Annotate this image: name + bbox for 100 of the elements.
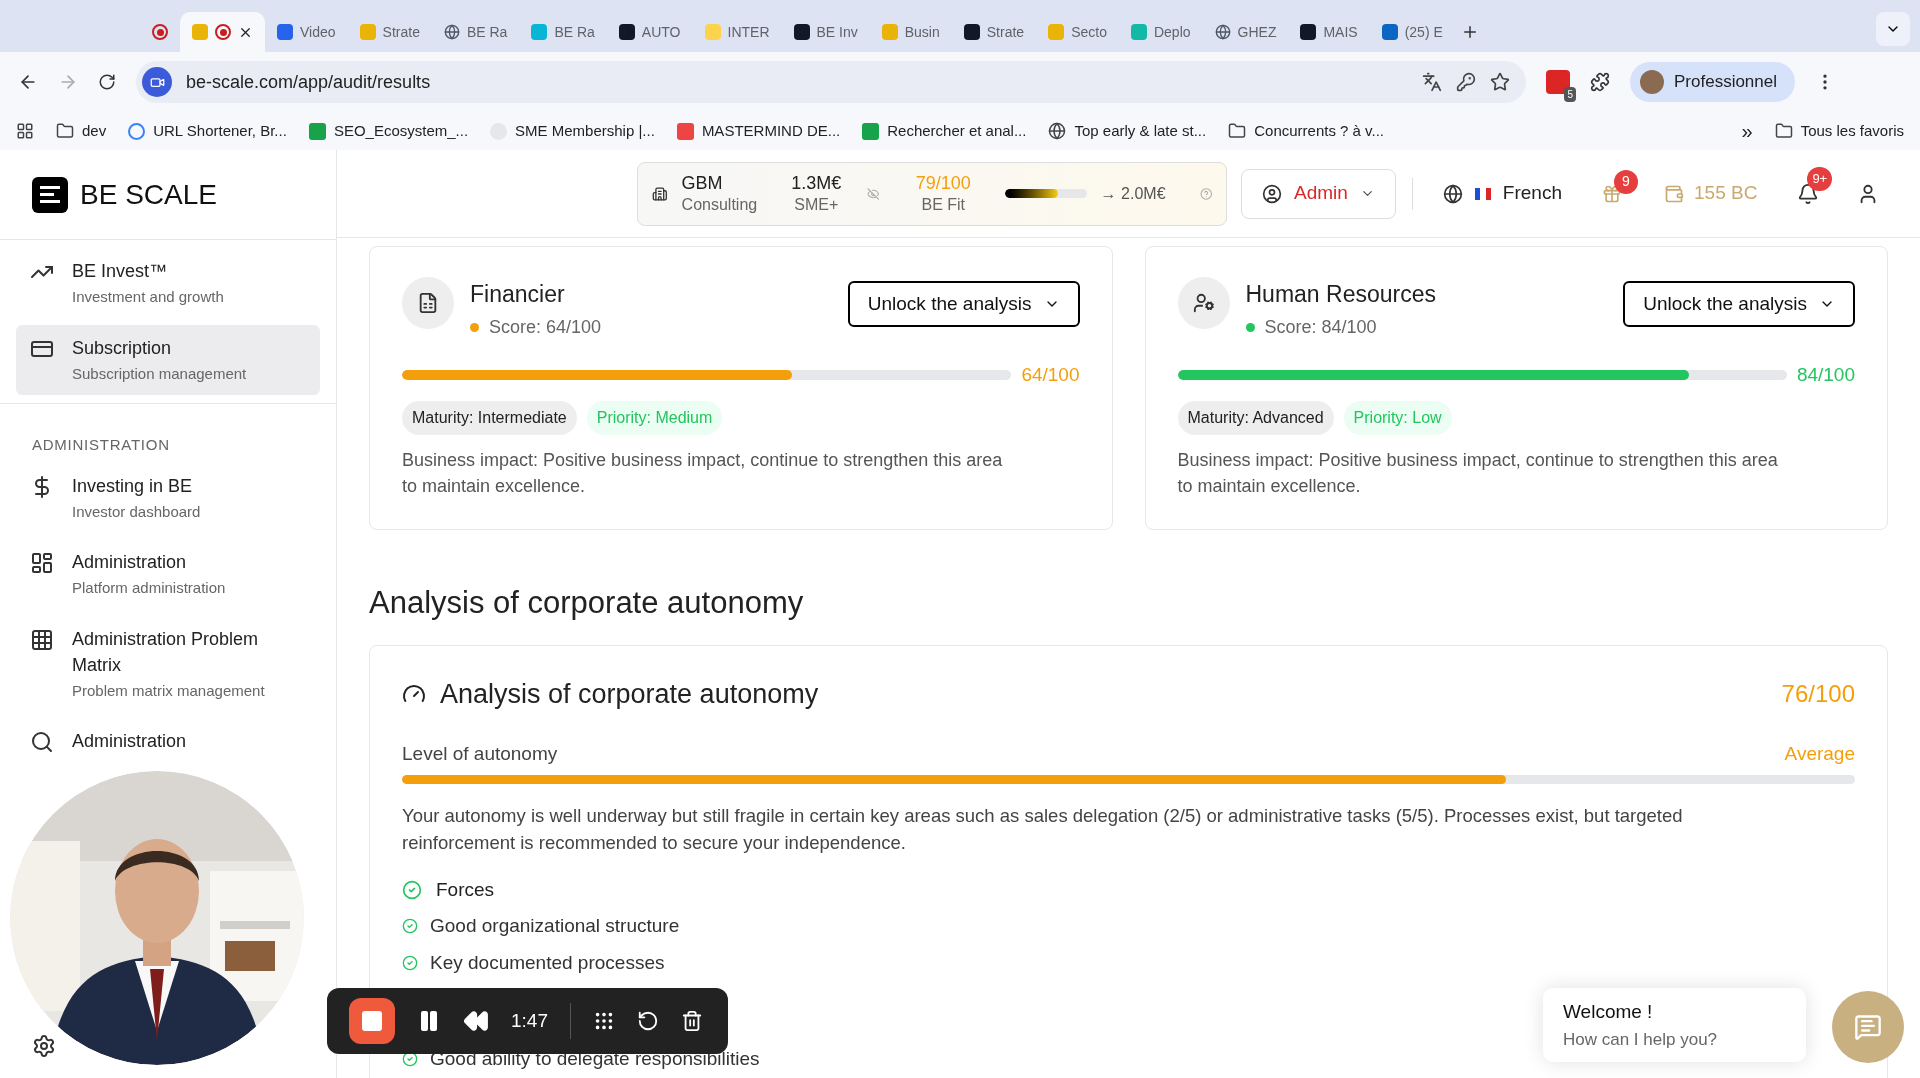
browser-tab[interactable]: BE Inv — [781, 12, 870, 52]
force-item: Good organizational structure — [430, 914, 680, 938]
bookmark-favicon-icon — [862, 122, 880, 140]
check-icon — [402, 918, 418, 935]
browser-tab[interactable]: Secto — [1036, 12, 1119, 52]
browser-tab[interactable]: INTER — [692, 12, 782, 52]
tab-favicon-icon — [277, 24, 293, 40]
settings-icon[interactable] — [32, 1034, 56, 1058]
tab-favicon-icon — [531, 24, 548, 40]
recording-time: 1:47 — [511, 1008, 548, 1033]
translate-icon[interactable] — [1422, 72, 1442, 92]
sidebar-item-title: Administration — [72, 730, 187, 753]
score-reading: 84/100 — [1796, 362, 1855, 387]
sidebar-item-subtitle: Investor dashboard — [72, 501, 201, 522]
globe-icon — [1048, 122, 1067, 140]
profile-button[interactable]: Professionnel — [1630, 62, 1795, 102]
tab-favicon-icon — [1048, 24, 1065, 40]
priority-tag: Priority: Low — [1343, 401, 1452, 435]
chat-title: Welcome ! — [1563, 1000, 1654, 1024]
bookmark[interactable]: SME Membership |... — [490, 119, 655, 143]
document-icon — [417, 292, 439, 314]
camera-icon — [142, 67, 172, 97]
tab-title: (25) E — [1404, 22, 1443, 42]
restart-icon[interactable] — [637, 1010, 659, 1032]
sidebar-item-title: Administration Problem Matrix — [72, 627, 260, 677]
browser-tab[interactable]: Busin — [869, 12, 952, 52]
score-reading: 64/100 — [1021, 362, 1080, 387]
stop-button[interactable] — [349, 998, 395, 1044]
browser-tab[interactable]: Strate — [951, 12, 1037, 52]
bookmark[interactable]: MASTERMIND DE... — [676, 119, 841, 143]
apps-icon[interactable] — [16, 122, 34, 140]
tab-favicon-icon — [1130, 24, 1147, 40]
address-bar[interactable]: be-scale.com/app/audit/results — [136, 61, 1526, 103]
segment-label: SME+ — [794, 194, 839, 215]
more-bookmarks[interactable]: » — [1741, 116, 1753, 146]
browser-tab[interactable]: Video — [265, 12, 348, 52]
browser-tab[interactable]: Strate — [347, 12, 432, 52]
chat-subtitle: How can I help you? — [1563, 1028, 1719, 1051]
notification-icon[interactable] — [1797, 182, 1820, 205]
tab-favicon-icon — [704, 24, 721, 40]
tab-title: INTER — [727, 22, 770, 42]
maturity-tag: Maturity: Advanced — [1177, 401, 1334, 435]
grid-icon[interactable] — [593, 1010, 615, 1032]
tab-title: Video — [300, 22, 336, 42]
logo-text: BE SCALE — [80, 177, 217, 212]
bookmark[interactable]: Concurrents ? à v... — [1228, 119, 1384, 143]
sidebar-item-title: Administration — [72, 551, 188, 574]
folder-icon — [56, 122, 74, 140]
bookmark[interactable]: Top early & late st... — [1048, 119, 1207, 143]
star-icon[interactable] — [1490, 72, 1510, 92]
sidebar-item-subtitle: Investment and growth — [72, 287, 224, 307]
wallet-icon — [1664, 183, 1684, 204]
unlock-button[interactable]: Unlock the analysis — [847, 281, 1080, 327]
sidebar-item-title: BE Invest™ — [72, 260, 169, 283]
reload-icon[interactable] — [98, 73, 116, 91]
key-icon[interactable] — [1456, 72, 1476, 92]
tab-favicon-icon — [192, 24, 208, 40]
url-text: be-scale.com/app/audit/results — [186, 70, 432, 94]
tab-title: Secto — [1071, 22, 1107, 42]
bookmark[interactable]: URL Shortener, Br... — [128, 119, 287, 143]
tab-search-button[interactable] — [1876, 12, 1910, 46]
user-gear-icon — [1192, 292, 1215, 314]
bookmark[interactable]: Tous les favoris — [1774, 119, 1904, 143]
gift-icon[interactable] — [1602, 183, 1622, 204]
browser-tab[interactable]: Deplo — [1118, 12, 1203, 52]
role-dropdown[interactable]: Admin — [1241, 168, 1396, 219]
flag-icon — [1474, 187, 1491, 200]
browser-tab[interactable]: GHEZ — [1202, 12, 1289, 52]
tab-title: MAIS — [1323, 22, 1358, 42]
bookmark[interactable]: Rechercher et anal... — [862, 119, 1027, 143]
browser-tab[interactable]: BE Ra — [519, 12, 607, 52]
record-icon — [152, 24, 168, 40]
folder-icon — [1774, 122, 1793, 140]
autonomy-description: Your autonomy is well underway but still fragile in certain key areas such as sales delegation (2/5) or administrative tasks (5/5). Processes exist, but targeted reinforcement is recommended to secure your independence. — [402, 803, 1684, 855]
company-sector: Consulting — [681, 194, 758, 215]
extensions-icon[interactable] — [1590, 72, 1610, 92]
force-item: Key documented processes — [430, 950, 665, 975]
sidebar-item[interactable]: Subscription Subscription management — [16, 324, 320, 395]
check-icon — [402, 954, 418, 971]
browser-tab[interactable]: (25) E — [1369, 12, 1455, 52]
sidebar-item-title: Subscription — [72, 336, 173, 360]
score-text: Score: 64/100 — [489, 315, 602, 339]
bookmark[interactable]: dev — [56, 119, 107, 143]
unlock-button[interactable]: Unlock the analysis — [1623, 281, 1855, 327]
delete-icon[interactable] — [681, 1010, 703, 1032]
browser-tab[interactable]: BE Ra — [431, 12, 520, 52]
tab-title: Strate — [986, 22, 1025, 42]
forces-title: Forces — [436, 877, 495, 902]
rewind-icon[interactable] — [463, 1008, 489, 1034]
tab-favicon-icon — [963, 24, 980, 40]
browser-tab[interactable]: AUTO — [606, 12, 693, 52]
tab-title: Strate — [382, 22, 420, 42]
browser-tab[interactable] — [180, 12, 265, 52]
extension-icon[interactable] — [1546, 70, 1570, 94]
fit-label: BE Fit — [921, 194, 965, 215]
browser-tab[interactable]: MAIS — [1288, 12, 1370, 52]
bookmark[interactable]: SEO_Ecosystem_... — [308, 119, 469, 143]
section-title: Analysis of corporate autonomy — [369, 584, 805, 622]
language-selector[interactable]: French — [1442, 179, 1562, 208]
fit-score: 79/100 — [915, 171, 971, 194]
